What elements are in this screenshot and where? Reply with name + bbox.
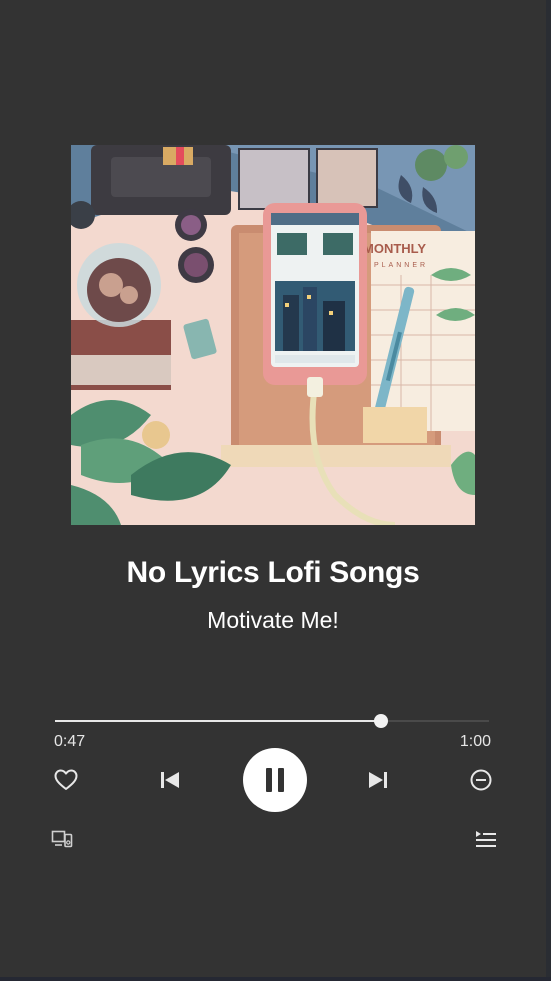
queue-icon (476, 831, 496, 847)
connect-device-button[interactable] (50, 828, 74, 850)
play-pause-button[interactable] (243, 748, 307, 812)
skip-next-icon (369, 772, 387, 788)
previous-track-button[interactable] (158, 768, 182, 792)
cover-monthly-text: MONTHLY (363, 241, 426, 256)
remove-button[interactable] (469, 768, 493, 792)
skip-previous-icon (161, 772, 179, 788)
pause-icon (266, 768, 284, 792)
playback-progress-bar[interactable] (55, 714, 489, 728)
album-cover-art: MONTHLY PLANNER (71, 145, 475, 525)
window-edge-bottom (0, 977, 551, 981)
heart-outline-icon (54, 769, 78, 790)
progress-fill (55, 720, 381, 722)
like-button[interactable] (52, 766, 80, 794)
progress-scrubber-handle[interactable] (373, 714, 388, 728)
total-duration: 1:00 (459, 733, 491, 750)
connect-device-icon (51, 830, 73, 848)
window-edge-right (546, 0, 551, 981)
track-title: No Lyrics Lofi Songs (126, 556, 420, 589)
elapsed-time: 0:47 (54, 733, 86, 750)
cover-planner-text: PLANNER (374, 262, 428, 269)
queue-button[interactable] (474, 828, 498, 850)
track-artist[interactable]: Motivate Me! (0, 607, 546, 634)
minus-circle-icon (470, 769, 492, 791)
next-track-button[interactable] (366, 768, 390, 792)
